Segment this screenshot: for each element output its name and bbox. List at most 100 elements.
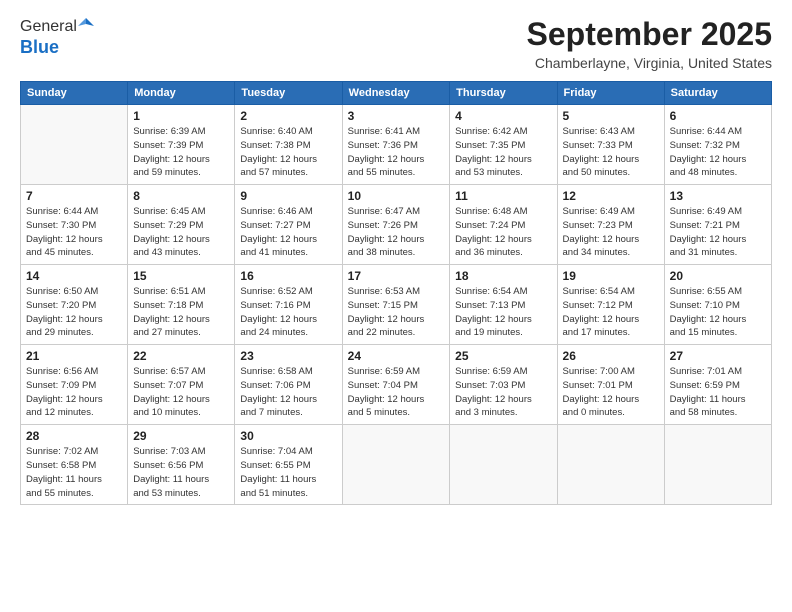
calendar-cell: 5 Sunrise: 6:43 AMSunset: 7:33 PMDaylight… [557,105,664,185]
month-title: September 2025 [527,16,772,53]
logo-bird-icon [78,16,94,32]
calendar-cell: 15 Sunrise: 6:51 AMSunset: 7:18 PMDayligh… [128,265,235,345]
calendar-week-3: 14Sunrise: 6:50 AMSunset: 7:20 PMDayligh… [21,265,772,345]
calendar-cell: 10Sunrise: 6:47 AMSunset: 7:26 PMDayligh… [342,185,450,265]
day-number: 19 [563,269,659,283]
calendar-cell: 26 Sunrise: 7:00 AMSunset: 7:01 PMDayligh… [557,345,664,425]
logo-general-text: General [20,18,77,36]
day-number: 1 [133,109,229,123]
day-info: Sunrise: 6:51 AMSunset: 7:18 PMDaylight:… [133,285,229,340]
calendar-cell: 9 Sunrise: 6:46 AMSunset: 7:27 PMDaylight… [235,185,342,265]
day-number: 6 [670,109,766,123]
calendar-cell [557,425,664,505]
day-info: Sunrise: 6:55 AMSunset: 7:10 PMDaylight:… [670,285,766,340]
day-number: 3 [348,109,445,123]
day-info: Sunrise: 6:54 AMSunset: 7:13 PMDaylight:… [455,285,551,340]
calendar-cell: 27Sunrise: 7:01 AMSunset: 6:59 PMDayligh… [664,345,771,425]
calendar-week-4: 21 Sunrise: 6:56 AMSunset: 7:09 PMDayligh… [21,345,772,425]
day-info: Sunrise: 6:54 AMSunset: 7:12 PMDaylight:… [563,285,659,340]
calendar-week-1: 1Sunrise: 6:39 AMSunset: 7:39 PMDaylight… [21,105,772,185]
calendar-cell [450,425,557,505]
calendar-week-2: 7Sunrise: 6:44 AMSunset: 7:30 PMDaylight… [21,185,772,265]
calendar-cell: 14Sunrise: 6:50 AMSunset: 7:20 PMDayligh… [21,265,128,345]
day-number: 22 [133,349,229,363]
calendar-header-sunday: Sunday [21,82,128,105]
day-info: Sunrise: 6:44 AMSunset: 7:32 PMDaylight:… [670,125,766,180]
day-number: 5 [563,109,659,123]
calendar-cell: 29Sunrise: 7:03 AMSunset: 6:56 PMDayligh… [128,425,235,505]
calendar-cell [21,105,128,185]
calendar-cell: 13 Sunrise: 6:49 AMSunset: 7:21 PMDayligh… [664,185,771,265]
day-number: 11 [455,189,551,203]
logo-blue-text: Blue [20,37,59,57]
calendar-cell: 3Sunrise: 6:41 AMSunset: 7:36 PMDaylight… [342,105,450,185]
day-info: Sunrise: 6:56 AMSunset: 7:09 PMDaylight:… [26,365,122,420]
day-number: 18 [455,269,551,283]
logo: General Blue [20,16,94,58]
day-number: 2 [240,109,336,123]
day-info: Sunrise: 6:59 AMSunset: 7:03 PMDaylight:… [455,365,551,420]
day-number: 12 [563,189,659,203]
title-block: September 2025 Chamberlayne, Virginia, U… [527,16,772,71]
header: General Blue September 2025 Chamberlayne… [20,16,772,71]
day-number: 16 [240,269,336,283]
day-number: 10 [348,189,445,203]
calendar-cell: 30Sunrise: 7:04 AMSunset: 6:55 PMDayligh… [235,425,342,505]
calendar-cell: 2 Sunrise: 6:40 AMSunset: 7:38 PMDaylight… [235,105,342,185]
day-number: 20 [670,269,766,283]
location-title: Chamberlayne, Virginia, United States [527,55,772,71]
day-info: Sunrise: 7:01 AMSunset: 6:59 PMDaylight:… [670,365,766,420]
day-info: Sunrise: 6:59 AMSunset: 7:04 PMDaylight:… [348,365,445,420]
day-number: 26 [563,349,659,363]
calendar-cell: 22 Sunrise: 6:57 AMSunset: 7:07 PMDayligh… [128,345,235,425]
calendar-cell: 18 Sunrise: 6:54 AMSunset: 7:13 PMDayligh… [450,265,557,345]
day-info: Sunrise: 7:02 AMSunset: 6:58 PMDaylight:… [26,445,122,500]
calendar-cell: 16 Sunrise: 6:52 AMSunset: 7:16 PMDayligh… [235,265,342,345]
calendar-cell: 25 Sunrise: 6:59 AMSunset: 7:03 PMDayligh… [450,345,557,425]
day-number: 15 [133,269,229,283]
day-info: Sunrise: 6:42 AMSunset: 7:35 PMDaylight:… [455,125,551,180]
calendar-cell: 19 Sunrise: 6:54 AMSunset: 7:12 PMDayligh… [557,265,664,345]
day-info: Sunrise: 6:45 AMSunset: 7:29 PMDaylight:… [133,205,229,260]
calendar-cell: 23 Sunrise: 6:58 AMSunset: 7:06 PMDayligh… [235,345,342,425]
day-number: 25 [455,349,551,363]
day-number: 14 [26,269,122,283]
calendar-header-friday: Friday [557,82,664,105]
calendar-cell: 12 Sunrise: 6:49 AMSunset: 7:23 PMDayligh… [557,185,664,265]
calendar-header-wednesday: Wednesday [342,82,450,105]
calendar-cell: 7Sunrise: 6:44 AMSunset: 7:30 PMDaylight… [21,185,128,265]
calendar-cell: 8 Sunrise: 6:45 AMSunset: 7:29 PMDaylight… [128,185,235,265]
day-number: 13 [670,189,766,203]
day-info: Sunrise: 7:00 AMSunset: 7:01 PMDaylight:… [563,365,659,420]
day-number: 9 [240,189,336,203]
day-number: 29 [133,429,229,443]
calendar-cell: 11 Sunrise: 6:48 AMSunset: 7:24 PMDayligh… [450,185,557,265]
calendar-cell: 20 Sunrise: 6:55 AMSunset: 7:10 PMDayligh… [664,265,771,345]
day-number: 4 [455,109,551,123]
day-info: Sunrise: 6:48 AMSunset: 7:24 PMDaylight:… [455,205,551,260]
calendar-cell: 4 Sunrise: 6:42 AMSunset: 7:35 PMDaylight… [450,105,557,185]
page: General Blue September 2025 Chamberlayne… [0,0,792,612]
day-info: Sunrise: 6:46 AMSunset: 7:27 PMDaylight:… [240,205,336,260]
calendar-cell: 21 Sunrise: 6:56 AMSunset: 7:09 PMDayligh… [21,345,128,425]
day-info: Sunrise: 6:43 AMSunset: 7:33 PMDaylight:… [563,125,659,180]
day-info: Sunrise: 6:44 AMSunset: 7:30 PMDaylight:… [26,205,122,260]
day-info: Sunrise: 6:52 AMSunset: 7:16 PMDaylight:… [240,285,336,340]
calendar-cell [342,425,450,505]
day-info: Sunrise: 6:40 AMSunset: 7:38 PMDaylight:… [240,125,336,180]
day-number: 8 [133,189,229,203]
day-info: Sunrise: 6:58 AMSunset: 7:06 PMDaylight:… [240,365,336,420]
day-info: Sunrise: 6:57 AMSunset: 7:07 PMDaylight:… [133,365,229,420]
day-number: 21 [26,349,122,363]
calendar-cell: 24Sunrise: 6:59 AMSunset: 7:04 PMDayligh… [342,345,450,425]
day-info: Sunrise: 6:49 AMSunset: 7:23 PMDaylight:… [563,205,659,260]
calendar-cell: 17Sunrise: 6:53 AMSunset: 7:15 PMDayligh… [342,265,450,345]
calendar-cell: 6 Sunrise: 6:44 AMSunset: 7:32 PMDaylight… [664,105,771,185]
calendar-header-monday: Monday [128,82,235,105]
day-number: 23 [240,349,336,363]
day-number: 30 [240,429,336,443]
calendar-cell: 1Sunrise: 6:39 AMSunset: 7:39 PMDaylight… [128,105,235,185]
calendar-header-saturday: Saturday [664,82,771,105]
day-number: 17 [348,269,445,283]
day-info: Sunrise: 6:49 AMSunset: 7:21 PMDaylight:… [670,205,766,260]
